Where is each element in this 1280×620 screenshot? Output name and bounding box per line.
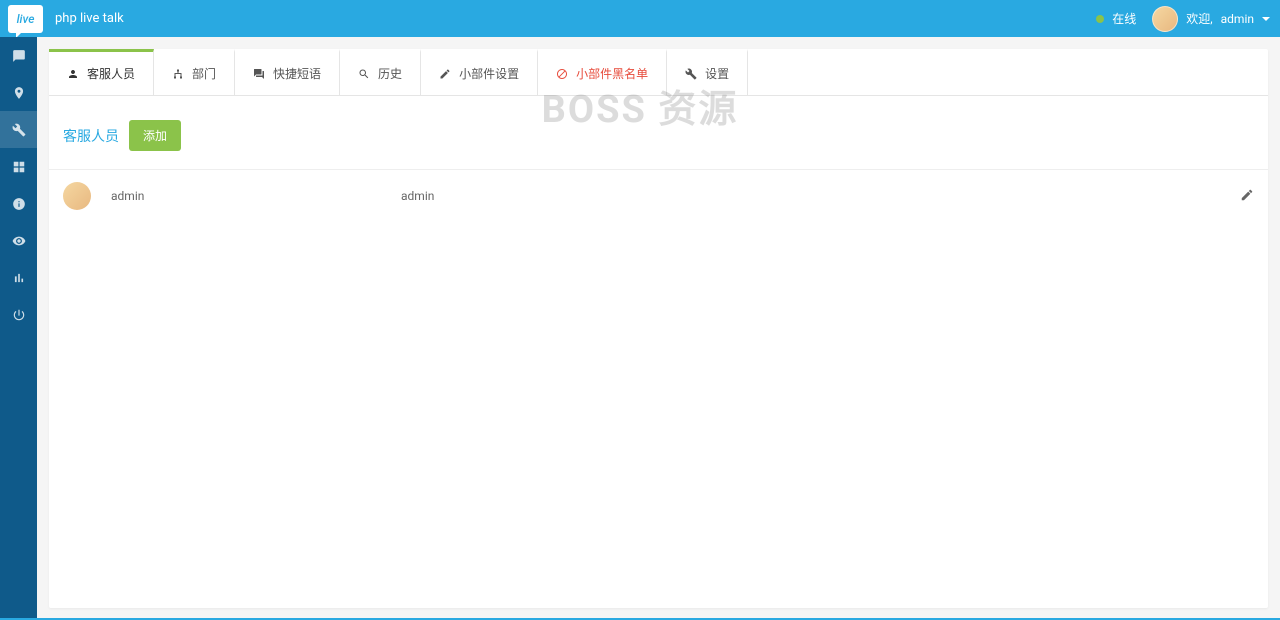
- sidebar-item-chat[interactable]: [0, 37, 37, 74]
- status-label: 在线: [1112, 10, 1136, 27]
- tab-label: 快捷短语: [273, 65, 321, 82]
- tab-label: 设置: [705, 65, 729, 82]
- operator-actions: [1240, 188, 1254, 205]
- sidebar: [0, 37, 37, 620]
- info-circle-icon: [12, 197, 26, 211]
- app-title: php live talk: [55, 11, 124, 26]
- tab-departments[interactable]: 部门: [154, 49, 235, 95]
- logo[interactable]: live: [8, 5, 43, 33]
- main: 客服人员 部门 快捷短语 历史 小部件设置 小部件黑名单: [37, 37, 1280, 620]
- sidebar-item-eye[interactable]: [0, 222, 37, 259]
- search-icon: [358, 68, 370, 80]
- heading-row: 客服人员 添加: [49, 96, 1268, 170]
- sidebar-item-grid[interactable]: [0, 148, 37, 185]
- sidebar-item-tools[interactable]: [0, 111, 37, 148]
- operator-row: admin admin: [49, 170, 1268, 222]
- sidebar-item-reports[interactable]: [0, 259, 37, 296]
- tab-widget-settings[interactable]: 小部件设置: [421, 49, 538, 95]
- tab-operators[interactable]: 客服人员: [49, 49, 154, 95]
- edit-icon[interactable]: [1240, 188, 1254, 202]
- content-card: 客服人员 部门 快捷短语 历史 小部件设置 小部件黑名单: [49, 49, 1268, 608]
- tab-label: 历史: [378, 65, 402, 82]
- tab-history[interactable]: 历史: [340, 49, 421, 95]
- tab-label: 部门: [192, 65, 216, 82]
- user-menu[interactable]: 欢迎, admin: [1152, 6, 1270, 32]
- ban-icon: [556, 68, 568, 80]
- tab-label: 小部件黑名单: [576, 65, 648, 82]
- tab-settings[interactable]: 设置: [667, 49, 748, 95]
- add-button[interactable]: 添加: [129, 120, 181, 151]
- header-right: 在线 欢迎, admin: [1096, 6, 1270, 32]
- eye-icon: [12, 234, 26, 248]
- comments-icon: [253, 68, 265, 80]
- chevron-down-icon: [1262, 17, 1270, 21]
- sidebar-item-info[interactable]: [0, 185, 37, 222]
- status-indicator[interactable]: 在线: [1096, 10, 1136, 27]
- avatar: [63, 182, 91, 210]
- pencil-icon: [439, 68, 451, 80]
- logo-text: live: [17, 12, 35, 26]
- tab-label: 客服人员: [87, 65, 135, 82]
- operator-username: admin: [401, 189, 1220, 203]
- tab-widget-blacklist[interactable]: 小部件黑名单: [538, 49, 667, 95]
- tab-label: 小部件设置: [459, 65, 519, 82]
- map-marker-icon: [12, 86, 26, 100]
- bar-chart-icon: [12, 271, 26, 285]
- wrench-icon: [685, 68, 697, 80]
- user-icon: [67, 68, 79, 80]
- grid-icon: [12, 160, 26, 174]
- sidebar-item-location[interactable]: [0, 74, 37, 111]
- power-off-icon: [12, 308, 26, 322]
- welcome-username: admin: [1221, 12, 1254, 26]
- header: live php live talk 在线 欢迎, admin: [0, 0, 1280, 37]
- operator-display-name: admin: [111, 189, 381, 203]
- comment-icon: [12, 49, 26, 63]
- tabs-row: 客服人员 部门 快捷短语 历史 小部件设置 小部件黑名单: [49, 49, 1268, 96]
- avatar: [1152, 6, 1178, 32]
- wrench-icon: [12, 123, 26, 137]
- page-title: 客服人员: [63, 126, 119, 146]
- tab-canned[interactable]: 快捷短语: [235, 49, 340, 95]
- status-dot-icon: [1096, 15, 1104, 23]
- header-left: live php live talk: [0, 5, 124, 33]
- sidebar-item-power[interactable]: [0, 296, 37, 333]
- welcome-prefix: 欢迎,: [1186, 10, 1212, 27]
- sitemap-icon: [172, 68, 184, 80]
